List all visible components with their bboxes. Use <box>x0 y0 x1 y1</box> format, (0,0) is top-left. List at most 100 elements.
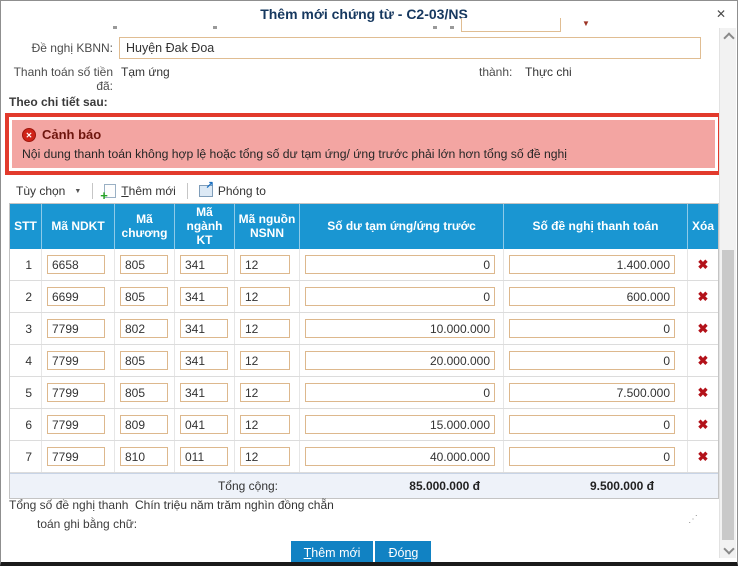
delete-row-icon[interactable]: ✖ <box>698 354 709 367</box>
chuong-input[interactable] <box>120 383 168 402</box>
detail-table: STT Mã NDKT Mã chương Mã ngành KT Mã ngu… <box>9 203 719 499</box>
options-menu-button[interactable]: Tùy chọn ▼ <box>16 184 81 198</box>
delete-row-icon[interactable]: ✖ <box>698 322 709 335</box>
ndkt-input[interactable] <box>47 383 105 402</box>
clipped-input[interactable] <box>461 18 561 32</box>
ndkt-input[interactable] <box>47 351 105 370</box>
maximize-icon <box>199 185 213 197</box>
dialog-them-moi-chung-tu: Thêm mới chứng từ - C2-03/NS ✕ ▼ Đề nghị… <box>0 0 738 566</box>
nganh-kt-input[interactable] <box>180 319 228 338</box>
so-du-tam-ung-input[interactable] <box>305 447 495 466</box>
table-toolbar: Tùy chọn ▼ Thêm mới Phóng to <box>1 179 721 203</box>
into-value: Thực chi <box>525 65 572 79</box>
add-document-icon <box>104 184 116 198</box>
dialog-buttons: Thêm mới Đóng <box>1 541 721 565</box>
header-ma-chuong: Mã chương <box>115 204 175 249</box>
so-du-tam-ung-input[interactable] <box>305 383 495 402</box>
chuong-input[interactable] <box>120 447 168 466</box>
table-total-row: Tổng cộng: 85.000.000 đ 9.500.000 đ <box>10 473 718 498</box>
nganh-kt-input[interactable] <box>180 415 228 434</box>
delete-row-icon[interactable]: ✖ <box>698 258 709 271</box>
header-ma-nguon-nsnn: Mã nguồn NSNN <box>235 204 300 249</box>
table-row: 5✖ <box>10 377 718 409</box>
so-de-nghi-input[interactable] <box>509 255 675 274</box>
vertical-scrollbar[interactable] <box>719 28 736 558</box>
delete-row-icon[interactable]: ✖ <box>698 290 709 303</box>
chevron-down-icon[interactable]: ▼ <box>582 19 590 28</box>
nganh-kt-input[interactable] <box>180 447 228 466</box>
nguon-nsnn-input[interactable] <box>240 447 290 466</box>
delete-row-icon[interactable]: ✖ <box>698 418 709 431</box>
nganh-kt-input[interactable] <box>180 287 228 306</box>
total-label: Tổng cộng: <box>10 479 300 493</box>
scroll-up-icon[interactable] <box>720 28 736 44</box>
nguon-nsnn-input[interactable] <box>240 383 290 402</box>
delete-row-icon[interactable]: ✖ <box>698 450 709 463</box>
so-du-tam-ung-input[interactable] <box>305 287 495 306</box>
so-de-nghi-input[interactable] <box>509 351 675 370</box>
nganh-kt-input[interactable] <box>180 255 228 274</box>
ndkt-input[interactable] <box>47 287 105 306</box>
chuong-input[interactable] <box>120 351 168 370</box>
kbnn-label: Đề nghị KBNN: <box>1 41 113 55</box>
table-row: 7✖ <box>10 441 718 473</box>
so-du-tam-ung-input[interactable] <box>305 415 495 434</box>
warning-panel: ✕ Cảnh báo Nội dung thanh toán không hợp… <box>12 120 715 168</box>
nguon-nsnn-input[interactable] <box>240 415 290 434</box>
header-so-de-nghi: Số đề nghị thanh toán <box>504 204 688 249</box>
nganh-kt-input[interactable] <box>180 351 228 370</box>
chuong-input[interactable] <box>120 415 168 434</box>
ndkt-input[interactable] <box>47 447 105 466</box>
nganh-kt-input[interactable] <box>180 383 228 402</box>
so-de-nghi-input[interactable] <box>509 287 675 306</box>
so-du-tam-ung-input[interactable] <box>305 255 495 274</box>
add-row-toolbar-button[interactable]: Thêm mới <box>104 184 176 198</box>
table-row: 2✖ <box>10 281 718 313</box>
payment-type-row: Thanh toán số tiền đã: Tạm ứng thành: Th… <box>1 65 721 81</box>
ndkt-input[interactable] <box>47 319 105 338</box>
ndkt-input[interactable] <box>47 415 105 434</box>
resize-handle-icon[interactable]: ⋰ <box>688 514 699 525</box>
so-du-tam-ung-input[interactable] <box>305 319 495 338</box>
scrollbar-thumb[interactable] <box>722 250 734 540</box>
so-de-nghi-input[interactable] <box>509 383 675 402</box>
delete-row-icon[interactable]: ✖ <box>698 386 709 399</box>
error-icon: ✕ <box>22 128 36 142</box>
nguon-nsnn-input[interactable] <box>240 351 290 370</box>
add-new-button[interactable]: Thêm mới <box>291 541 374 565</box>
zoom-label: Phóng to <box>218 184 266 198</box>
so-de-nghi-input[interactable] <box>509 319 675 338</box>
row-index: 2 <box>10 281 42 312</box>
row-index: 5 <box>10 377 42 408</box>
table-header-row: STT Mã NDKT Mã chương Mã ngành KT Mã ngu… <box>10 204 718 249</box>
kbnn-field-row: Đề nghị KBNN: <box>1 37 721 59</box>
table-row: 6✖ <box>10 409 718 441</box>
nguon-nsnn-input[interactable] <box>240 287 290 306</box>
amount-in-words-label: Tổng số đề nghị thanh <box>9 498 709 512</box>
close-button[interactable]: Đóng <box>375 541 431 565</box>
header-ma-ndkt: Mã NDKT <box>42 204 115 249</box>
nguon-nsnn-input[interactable] <box>240 319 290 338</box>
table-row: 3✖ <box>10 313 718 345</box>
chuong-input[interactable] <box>120 319 168 338</box>
paid-value: Tạm ứng <box>121 65 170 79</box>
amount-in-words-value: Chín triệu năm trăm nghìn đồng chẵn <box>135 498 334 512</box>
table-row: 1✖ <box>10 249 718 281</box>
chuong-input[interactable] <box>120 255 168 274</box>
clipped-scrolled-row: ▼ <box>1 18 721 34</box>
so-du-tam-ung-input[interactable] <box>305 351 495 370</box>
table-body: 1✖2✖3✖4✖5✖6✖7✖ <box>10 249 718 473</box>
amount-in-words-label: toán ghi bằng chữ: <box>9 517 709 531</box>
add-label: Thêm mới <box>121 184 176 198</box>
so-de-nghi-input[interactable] <box>509 415 675 434</box>
kbnn-input[interactable] <box>119 37 701 59</box>
warning-banner: ✕ Cảnh báo Nội dung thanh toán không hợp… <box>5 113 722 175</box>
warning-message: Nội dung thanh toán không hợp lệ hoặc tổ… <box>22 147 705 161</box>
chuong-input[interactable] <box>120 287 168 306</box>
scroll-down-icon[interactable] <box>720 542 736 558</box>
row-index: 1 <box>10 249 42 280</box>
zoom-toolbar-button[interactable]: Phóng to <box>199 184 266 198</box>
ndkt-input[interactable] <box>47 255 105 274</box>
nguon-nsnn-input[interactable] <box>240 255 290 274</box>
so-de-nghi-input[interactable] <box>509 447 675 466</box>
